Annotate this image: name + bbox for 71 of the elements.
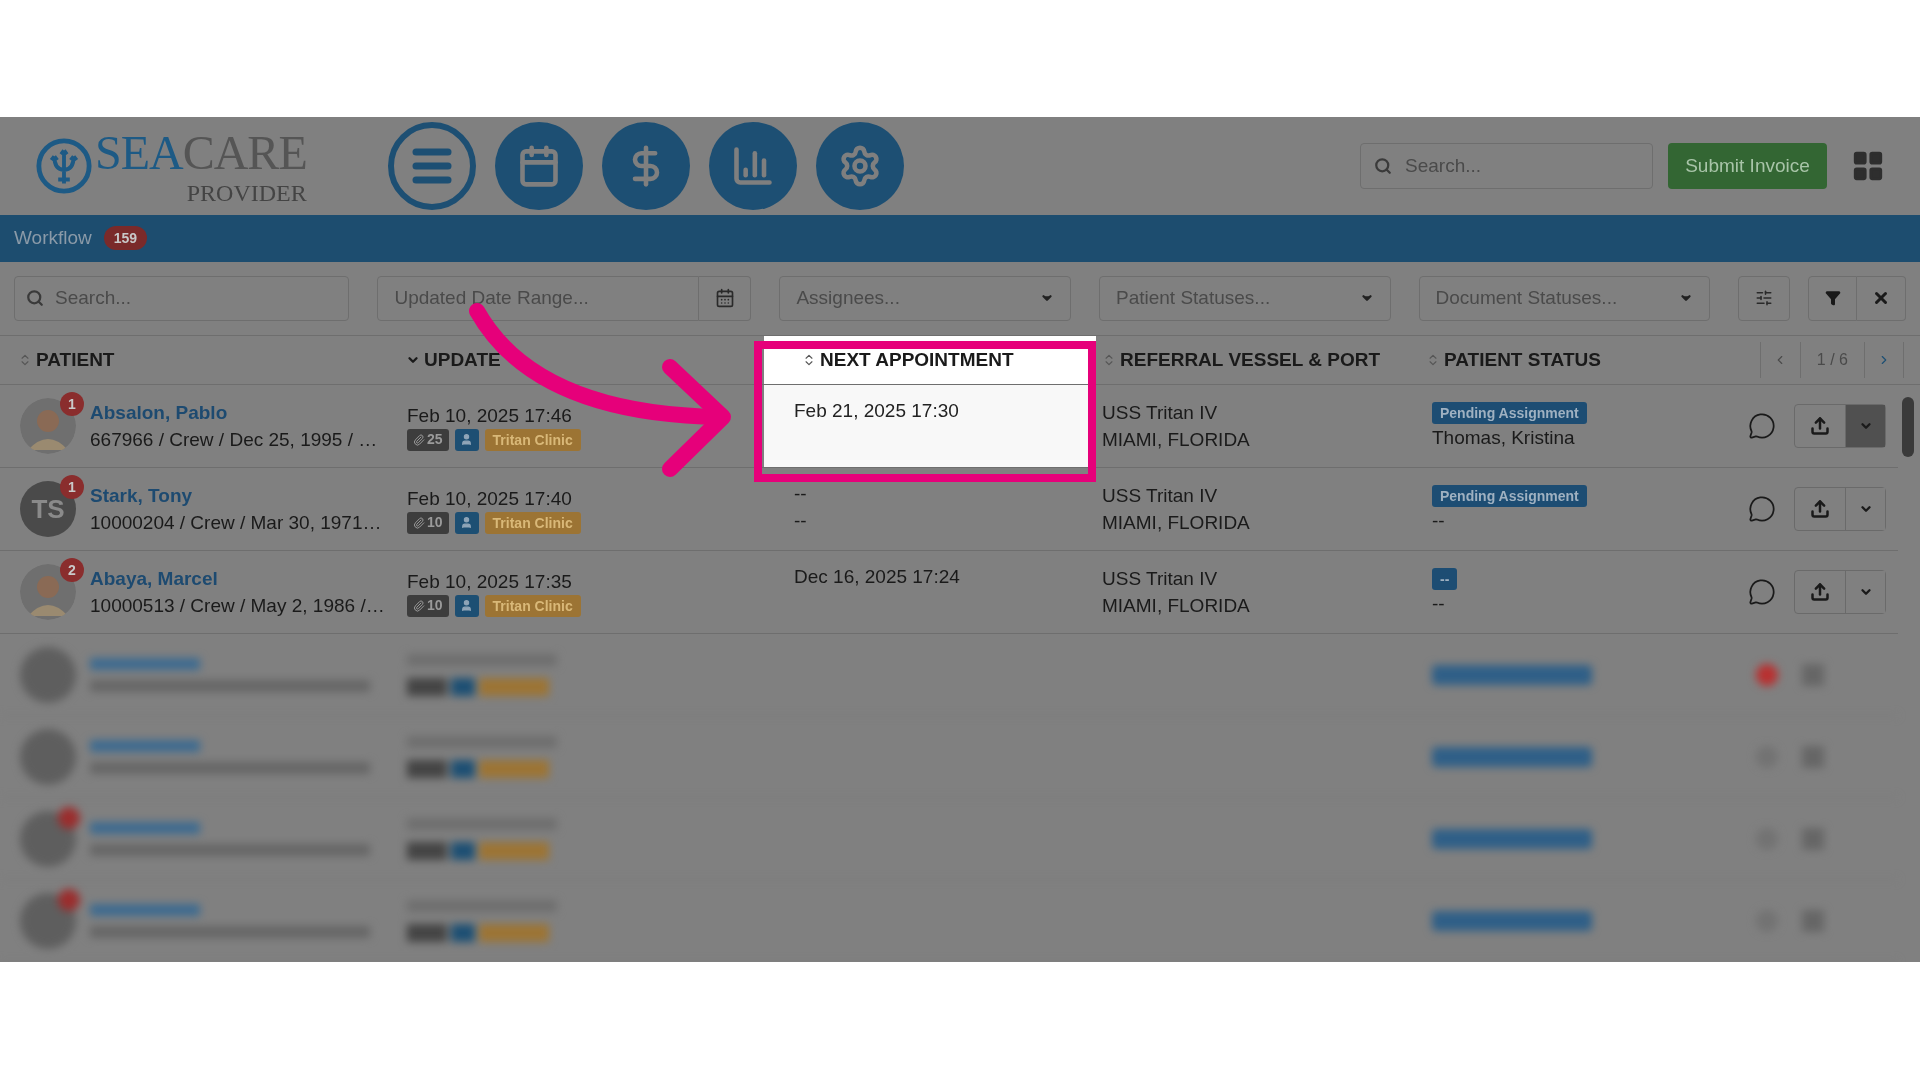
appointment-date: -- [794,509,808,533]
paperclip-icon [413,599,425,612]
port-name: MIAMI, FLORIDA [1102,511,1251,535]
vessel-name: USS Tritan IV [1102,484,1219,508]
port-name: MIAMI, FLORIDA [1102,428,1251,452]
appointment-date: Dec 16, 2025 17:24 [794,565,961,589]
assignee-name: -- [1432,508,1445,533]
column-header[interactable]: NEXT APPOINTMENT [820,345,1014,375]
logo-text: SEA [95,125,183,180]
column-header[interactable]: PATIENT STATUS [1444,345,1601,375]
column-header[interactable]: UPDATE [424,345,501,375]
attachment-count-tag: 25 [407,428,449,451]
appointment-date: Feb 21, 2025 17:30 [794,399,960,423]
comment-icon[interactable] [1748,495,1776,523]
status-badge: -- [1432,567,1458,590]
filter-icon [1824,290,1841,307]
patient-name-link[interactable]: Stark, Tony [90,482,382,509]
user-icon [460,516,474,529]
upload-icon [1810,582,1830,602]
clinic-tag: Tritan Clinic [484,594,581,617]
updated-date: Feb 10, 2025 17:46 [407,403,573,428]
assignee-name: Thomas, Kristina [1432,425,1575,450]
updated-date: Feb 10, 2025 17:35 [407,569,573,594]
attachment-count-tag: 10 [407,594,449,617]
calendar-icon [714,288,735,309]
vessel-name: USS Tritan IV [1102,401,1219,425]
notification-badge: 1 [60,392,84,416]
status-badge: Pending Assignment [1432,484,1587,507]
upload-icon [1810,416,1830,436]
clear-filters-button[interactable] [1857,276,1906,321]
notification-badge: 1 [60,475,84,499]
logo-subtitle: PROVIDER [186,179,307,206]
status-badge: Pending Assignment [1432,401,1587,424]
sliders-icon [1755,289,1774,308]
count-badge: 159 [103,226,148,251]
patient-details: 10000513 / Crew / May 2, 1986 /… [90,594,385,618]
updated-date: Feb 10, 2025 17:40 [407,486,573,511]
submit-invoice-button[interactable]: Submit Invoice [1668,142,1827,189]
comment-icon[interactable] [1748,578,1776,606]
user-icon [460,433,474,446]
trident-logo-icon [35,136,93,195]
paperclip-icon [413,516,425,529]
user-icon [460,599,474,612]
clinic-tag: Tritan Clinic [484,511,581,534]
scrollbar[interactable] [1902,397,1914,457]
calendar-icon [517,143,561,188]
settings-icon [838,143,882,188]
patient-name-link[interactable]: Absalon, Pablo [90,399,378,426]
logo-text: CARE [182,125,307,180]
column-header[interactable]: REFERRAL VESSEL & PORT [1120,345,1381,375]
vessel-name: USS Tritan IV [1102,567,1219,591]
calendar-button[interactable] [699,276,752,321]
clinic-tag: Tritan Clinic [484,428,581,451]
assignee-name: -- [1432,591,1445,616]
comment-icon[interactable] [1748,412,1776,440]
upload-icon [1810,499,1830,519]
appointment-date: -- [794,482,808,506]
column-header[interactable]: PATIENT [36,345,115,375]
workflow-tab[interactable]: Workflow [14,224,92,253]
notification-badge: 2 [60,558,84,582]
search-icon [1374,156,1392,175]
seacare-logo[interactable]: SEACARE PROVIDER [35,125,355,206]
port-name: MIAMI, FLORIDA [1102,594,1251,618]
patient-details: 667966 / Crew / Dec 25, 1995 / … [90,428,378,452]
attachment-count-tag: 10 [407,511,449,534]
patient-details: 10000204 / Crew / Mar 30, 1971… [90,511,382,535]
column-settings-button[interactable] [1738,276,1790,321]
filter-button[interactable] [1808,276,1857,321]
paperclip-icon [413,433,425,446]
search-icon [26,289,44,307]
patient-name-link[interactable]: Abaya, Marcel [90,565,385,592]
